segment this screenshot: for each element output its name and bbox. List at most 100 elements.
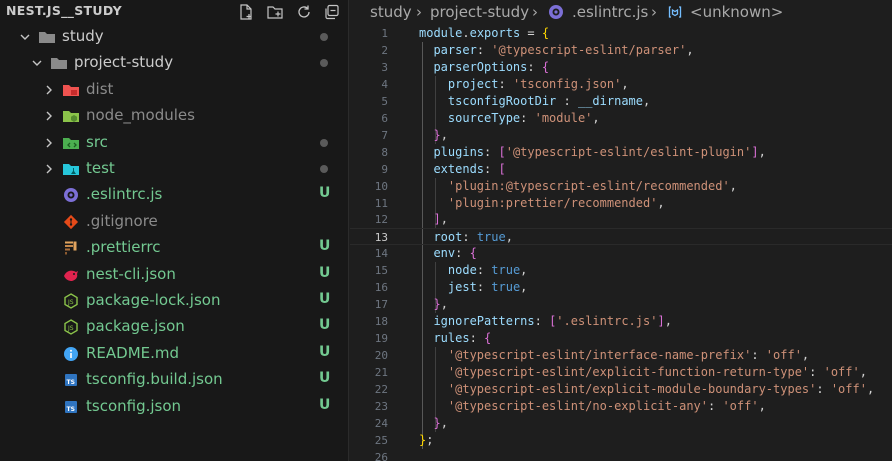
new-file-icon[interactable] (235, 2, 257, 22)
tree-item-prettierrc[interactable]: .prettierrc U (0, 235, 349, 261)
code-line[interactable]: 15 node: true, (350, 262, 892, 279)
breadcrumb-item-symbol[interactable]: <unknown> (690, 3, 783, 21)
code-token: : (498, 76, 513, 91)
chevron-right-icon[interactable] (42, 83, 56, 97)
code-line[interactable]: 23 '@typescript-eslint/no-explicit-any':… (350, 398, 892, 415)
code-token: ] (433, 212, 441, 227)
code-text: env: { (419, 245, 476, 262)
refresh-icon[interactable] (293, 2, 315, 22)
breadcrumb-item-study[interactable]: study (370, 3, 412, 21)
line-number: 19 (374, 332, 388, 346)
tree-item-test[interactable]: test (0, 156, 349, 182)
tree-item-eslintrc-js[interactable]: .eslintrc.js U (0, 182, 349, 208)
code-token: } (433, 415, 441, 430)
chevron-right-icon[interactable] (42, 136, 56, 150)
code-line[interactable]: 25}; (350, 432, 892, 449)
tree-item-readme-md[interactable]: README.md U (0, 341, 349, 367)
prettier-icon (62, 239, 80, 257)
line-number: 25 (374, 433, 388, 447)
breadcrumb-item-project-study[interactable]: project-study (430, 3, 529, 21)
breadcrumb-item-file[interactable]: .eslintrc.js (572, 3, 648, 21)
tree-item-tsconfig-build-json[interactable]: TS tsconfig.build.json U (0, 367, 349, 393)
code-line[interactable]: 22 '@typescript-eslint/explicit-module-b… (350, 381, 892, 398)
tree-item-tsconfig-json[interactable]: TS tsconfig.json U (0, 394, 349, 420)
line-number: 22 (374, 382, 388, 396)
tree-item-package-json[interactable]: JS package.json U (0, 314, 349, 340)
line-number: 18 (374, 315, 388, 329)
line-number: 8 (381, 145, 388, 159)
code-line[interactable]: 9 extends: [ (350, 161, 892, 178)
code-line[interactable]: 11 'plugin:prettier/recommended', (350, 195, 892, 212)
code-token: true (491, 263, 521, 278)
code-line[interactable]: 26 (350, 449, 892, 461)
code-text: node: true, (419, 262, 528, 279)
new-folder-icon[interactable] (264, 2, 286, 22)
code-line[interactable]: 12 ], (350, 211, 892, 228)
code-line-active[interactable]: 13 root: true, (350, 228, 892, 246)
code-line[interactable]: 2 parser: '@typescript-eslint/parser', (350, 42, 892, 59)
code-line[interactable]: 5 tsconfigRootDir : __dirname, (350, 93, 892, 110)
tree-item-study[interactable]: study (0, 24, 349, 50)
code-token: : (476, 263, 492, 278)
code-line[interactable]: 19 rules: { (350, 330, 892, 347)
code-token: : (455, 246, 470, 261)
code-token: parser (433, 42, 477, 57)
code-token: node (447, 263, 477, 278)
chevron-right-icon[interactable] (42, 109, 56, 123)
code-token: : (708, 398, 723, 413)
code-text: }; (419, 432, 433, 449)
chevron-down-icon[interactable] (30, 56, 44, 70)
code-line[interactable]: 1 module.exports = { (350, 25, 892, 42)
tree-item-node-modules[interactable]: node_modules (0, 103, 349, 129)
chevron-right-icon[interactable] (42, 162, 56, 176)
code-token: , (520, 263, 528, 278)
code-editor[interactable]: 1 module.exports = {2 parser: '@typescrip… (350, 24, 892, 461)
tree-item-nest-cli-json[interactable]: nest-cli.json U (0, 262, 349, 288)
code-text: sourceType: 'module', (419, 110, 600, 127)
code-token: '@typescript-eslint/explicit-function-re… (447, 365, 810, 379)
svg-text:JS: JS (67, 325, 74, 332)
folder-icon (50, 54, 68, 72)
code-token: , (643, 93, 651, 108)
tree-item-gitignore[interactable]: .gitignore (0, 209, 349, 235)
code-line[interactable]: 6 sourceType: 'module', (350, 110, 892, 127)
code-token: , (520, 280, 528, 295)
svg-text:TS: TS (67, 406, 75, 413)
code-token: , (592, 110, 600, 125)
git-status-dot (320, 138, 328, 147)
line-number: 1 (381, 27, 388, 40)
code-line[interactable]: 7 }, (350, 127, 892, 144)
nodejs-icon: JS (62, 318, 80, 336)
code-token: ] (657, 314, 665, 329)
code-line[interactable]: 24 }, (350, 415, 892, 432)
code-line[interactable]: 14 env: { (350, 245, 892, 262)
collapse-all-icon[interactable] (321, 2, 343, 22)
code-line[interactable]: 20 '@typescript-eslint/interface-name-pr… (350, 347, 892, 364)
code-line[interactable]: 17 }, (350, 296, 892, 313)
code-line[interactable]: 3 parserOptions: { (350, 59, 892, 76)
code-line[interactable]: 10 'plugin:@typescript-eslint/recommende… (350, 178, 892, 195)
code-token: , (440, 415, 448, 430)
code-line[interactable]: 4 project: 'tsconfig.json', (350, 76, 892, 93)
code-token: : (469, 331, 485, 346)
workspace-title[interactable]: NEST.JS__STUDY (6, 3, 122, 18)
tree-item-src[interactable]: src (0, 130, 349, 156)
tree-item-label: package.json (86, 317, 185, 336)
code-line[interactable]: 16 jest: true, (350, 279, 892, 296)
tree-item-dist[interactable]: dist (0, 77, 349, 103)
code-line[interactable]: 8 plugins: ['@typescript-eslint/eslint-p… (350, 144, 892, 161)
code-text: extends: [ (419, 161, 505, 178)
code-text: 'plugin:@typescript-eslint/recommended', (419, 178, 737, 195)
code-line[interactable]: 21 '@typescript-eslint/explicit-function… (350, 364, 892, 381)
code-token: env (433, 246, 456, 261)
tree-item-package-lock-json[interactable]: JS package-lock.json U (0, 288, 349, 314)
tree-item-project-study[interactable]: project-study (0, 50, 349, 76)
code-token: 'off' (722, 398, 759, 413)
code-line[interactable]: 18 ignorePatterns: ['.eslintrc.js'], (350, 313, 892, 330)
chevron-down-icon[interactable] (18, 30, 32, 44)
